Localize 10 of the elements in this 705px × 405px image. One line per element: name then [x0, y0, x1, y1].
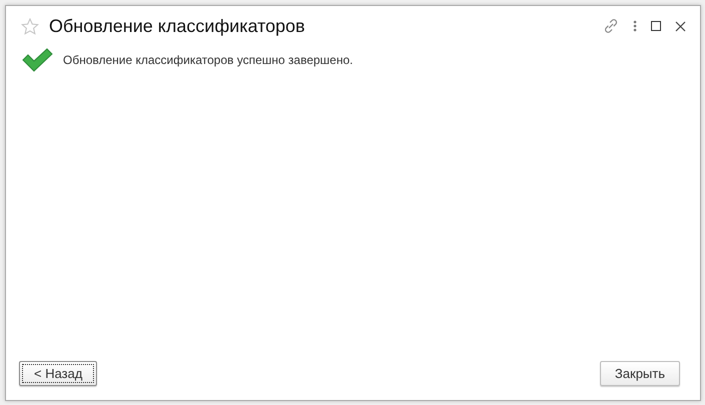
window-title: Обновление классификаторов [49, 16, 306, 36]
close-icon[interactable] [675, 20, 686, 32]
close-button[interactable]: Закрыть [600, 361, 680, 386]
checkmark-icon [21, 48, 53, 72]
star-icon[interactable] [21, 18, 39, 34]
maximize-icon[interactable] [651, 21, 661, 31]
more-icon[interactable] [633, 20, 637, 32]
link-icon[interactable] [603, 18, 619, 34]
back-button[interactable]: < Назад [19, 361, 98, 386]
status-message: Обновление классификаторов успешно завершено. [63, 53, 353, 67]
